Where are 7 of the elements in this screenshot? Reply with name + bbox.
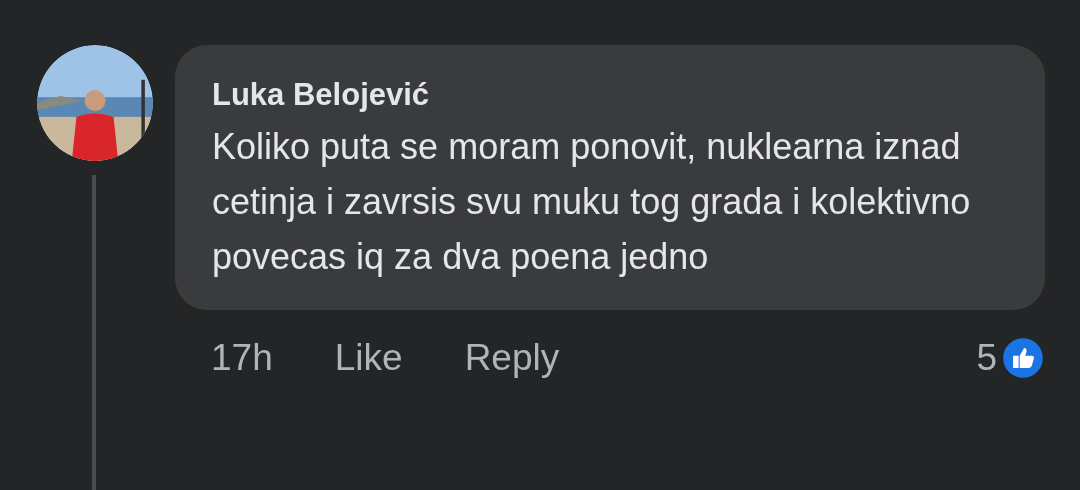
author-name[interactable]: Luka Belojević <box>212 75 1009 115</box>
comment-time[interactable]: 17h <box>211 337 273 379</box>
action-link[interactable]: Reply <box>464 337 560 379</box>
reaction-count[interactable]: 5 <box>976 337 997 379</box>
action-link[interactable]: Like <box>334 337 403 379</box>
comment-text: Koliko puta se moram ponovit, nuklearna iznad cetinja i zavrsis svu muku tog grada i kolektivno povecas iq za dva poena jedno <box>212 125 972 279</box>
like-icon <box>1001 336 1045 380</box>
